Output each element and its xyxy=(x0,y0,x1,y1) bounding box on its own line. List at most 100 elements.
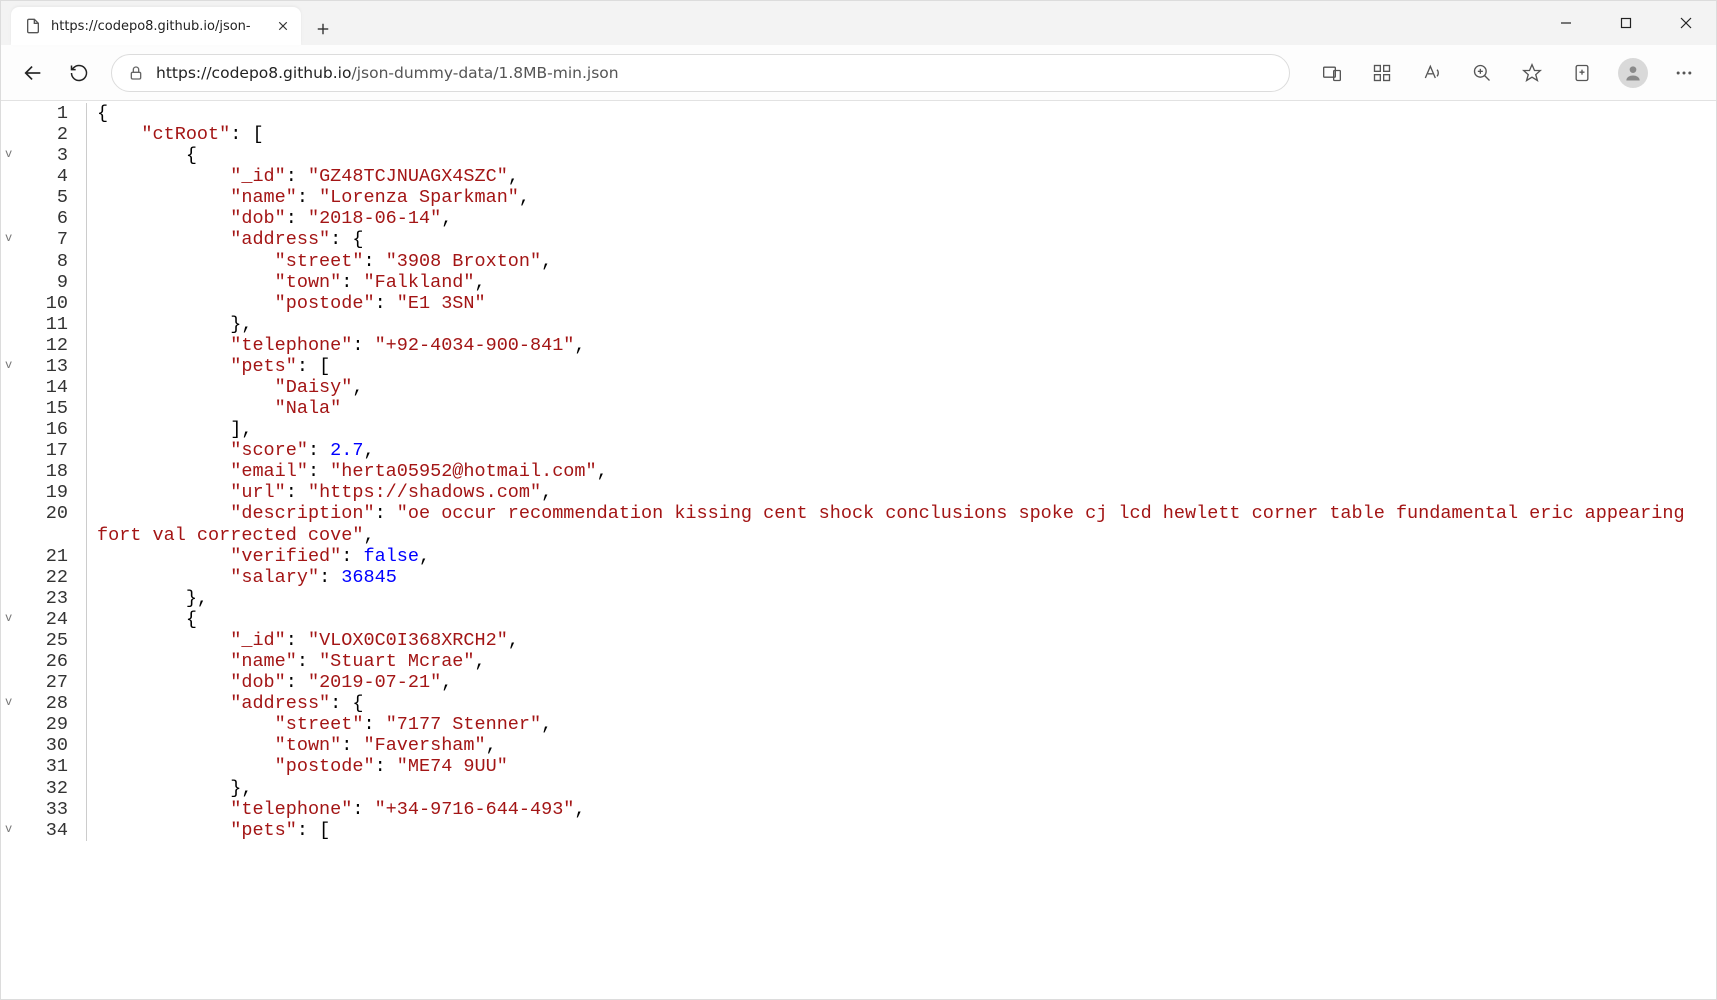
code-line: 20 "description": "oe occur recommendati… xyxy=(1,503,1716,545)
line-content: "_id": "GZ48TCJNUAGX4SZC", xyxy=(87,166,1716,187)
close-tab-button[interactable] xyxy=(275,18,291,34)
line-content: "Daisy", xyxy=(87,377,1716,398)
code-line: 4 "_id": "GZ48TCJNUAGX4SZC", xyxy=(1,166,1716,187)
line-content: "pets": [ xyxy=(87,820,1716,841)
line-number: 26 xyxy=(1,651,87,672)
line-content: "dob": "2019-07-21", xyxy=(87,672,1716,693)
line-number: 15 xyxy=(1,398,87,419)
refresh-button[interactable] xyxy=(65,59,93,87)
line-content: "ctRoot": [ xyxy=(87,124,1716,145)
line-content: "postode": "E1 3SN" xyxy=(87,293,1716,314)
window-controls xyxy=(1536,1,1716,45)
code-line: 6 "dob": "2018-06-14", xyxy=(1,208,1716,229)
line-number: 12 xyxy=(1,335,87,356)
line-number: 23 xyxy=(1,588,87,609)
line-number: 20 xyxy=(1,503,87,545)
line-content: "name": "Stuart Mcrae", xyxy=(87,651,1716,672)
line-number: 14 xyxy=(1,377,87,398)
responsive-icon[interactable] xyxy=(1318,59,1346,87)
toolbar: https://codepo8.github.io/json-dummy-dat… xyxy=(1,45,1716,101)
code-line: 11 }, xyxy=(1,314,1716,335)
code-line: 18 "email": "herta05952@hotmail.com", xyxy=(1,461,1716,482)
line-content: "description": "oe occur recommendation … xyxy=(87,503,1716,545)
line-number: 24 xyxy=(1,609,87,630)
line-number: 17 xyxy=(1,440,87,461)
line-content: "telephone": "+34-9716-644-493", xyxy=(87,799,1716,820)
line-content: "street": "3908 Broxton", xyxy=(87,251,1716,272)
code-line: 34 "pets": [ xyxy=(1,820,1716,841)
code-line: 29 "street": "7177 Stenner", xyxy=(1,714,1716,735)
profile-avatar[interactable] xyxy=(1618,58,1648,88)
line-number: 8 xyxy=(1,251,87,272)
more-menu-button[interactable] xyxy=(1670,59,1698,87)
code-line: 25 "_id": "VLOX0C0I368XRCH2", xyxy=(1,630,1716,651)
code-line: 14 "Daisy", xyxy=(1,377,1716,398)
code-line: 5 "name": "Lorenza Sparkman", xyxy=(1,187,1716,208)
code-line: 31 "postode": "ME74 9UU" xyxy=(1,756,1716,777)
line-number: 25 xyxy=(1,630,87,651)
line-number: 19 xyxy=(1,482,87,503)
line-content: "email": "herta05952@hotmail.com", xyxy=(87,461,1716,482)
code-line: 13 "pets": [ xyxy=(1,356,1716,377)
line-content: "dob": "2018-06-14", xyxy=(87,208,1716,229)
code-line: 30 "town": "Faversham", xyxy=(1,735,1716,756)
line-number: 18 xyxy=(1,461,87,482)
line-content: "address": { xyxy=(87,229,1716,250)
address-bar[interactable]: https://codepo8.github.io/json-dummy-dat… xyxy=(111,54,1290,92)
line-number: 6 xyxy=(1,208,87,229)
zoom-icon[interactable] xyxy=(1468,59,1496,87)
toolbar-right-icons xyxy=(1318,58,1698,88)
code-line: 19 "url": "https://shadows.com", xyxy=(1,482,1716,503)
line-content: { xyxy=(87,145,1716,166)
code-line: 7 "address": { xyxy=(1,229,1716,250)
code-lines: 1{2 "ctRoot": [3 {4 "_id": "GZ48TCJNUAGX… xyxy=(1,101,1716,841)
line-number: 22 xyxy=(1,567,87,588)
code-line: 15 "Nala" xyxy=(1,398,1716,419)
line-content: }, xyxy=(87,314,1716,335)
tab-strip: https://codepo8.github.io/json- xyxy=(1,1,1716,45)
code-line: 9 "town": "Falkland", xyxy=(1,272,1716,293)
line-number: 27 xyxy=(1,672,87,693)
code-line: 2 "ctRoot": [ xyxy=(1,124,1716,145)
code-line: 24 { xyxy=(1,609,1716,630)
browser-tab[interactable]: https://codepo8.github.io/json- xyxy=(11,7,301,45)
back-button[interactable] xyxy=(19,59,47,87)
code-line: 23 }, xyxy=(1,588,1716,609)
line-content: "name": "Lorenza Sparkman", xyxy=(87,187,1716,208)
close-window-button[interactable] xyxy=(1656,1,1716,45)
line-number: 13 xyxy=(1,356,87,377)
line-content: "verified": false, xyxy=(87,546,1716,567)
maximize-button[interactable] xyxy=(1596,1,1656,45)
line-number: 10 xyxy=(1,293,87,314)
code-line: 12 "telephone": "+92-4034-900-841", xyxy=(1,335,1716,356)
line-number: 32 xyxy=(1,778,87,799)
line-number: 9 xyxy=(1,272,87,293)
code-line: 17 "score": 2.7, xyxy=(1,440,1716,461)
browser-window: https://codepo8.github.io/json- https://… xyxy=(0,0,1717,1000)
read-aloud-icon[interactable] xyxy=(1418,59,1446,87)
code-line: 28 "address": { xyxy=(1,693,1716,714)
line-content: "pets": [ xyxy=(87,356,1716,377)
collections-icon[interactable] xyxy=(1568,59,1596,87)
line-number: 7 xyxy=(1,229,87,250)
line-content: }, xyxy=(87,588,1716,609)
line-content: "street": "7177 Stenner", xyxy=(87,714,1716,735)
line-number: 11 xyxy=(1,314,87,335)
new-tab-button[interactable] xyxy=(307,13,339,45)
line-number: 2 xyxy=(1,124,87,145)
json-viewer: vvvvvv 1{2 "ctRoot": [3 {4 "_id": "GZ48T… xyxy=(1,101,1716,999)
line-number: 29 xyxy=(1,714,87,735)
lock-icon xyxy=(128,65,144,81)
minimize-button[interactable] xyxy=(1536,1,1596,45)
line-content: "_id": "VLOX0C0I368XRCH2", xyxy=(87,630,1716,651)
line-content: "town": "Faversham", xyxy=(87,735,1716,756)
favorites-icon[interactable] xyxy=(1518,59,1546,87)
code-line: 21 "verified": false, xyxy=(1,546,1716,567)
url-path: /json-dummy-data/1.8MB-min.json xyxy=(351,64,618,82)
apps-icon[interactable] xyxy=(1368,59,1396,87)
line-content: "town": "Falkland", xyxy=(87,272,1716,293)
code-line: 3 { xyxy=(1,145,1716,166)
line-content: }, xyxy=(87,778,1716,799)
line-content: "url": "https://shadows.com", xyxy=(87,482,1716,503)
code-scroll[interactable]: 1{2 "ctRoot": [3 {4 "_id": "GZ48TCJNUAGX… xyxy=(1,101,1716,999)
